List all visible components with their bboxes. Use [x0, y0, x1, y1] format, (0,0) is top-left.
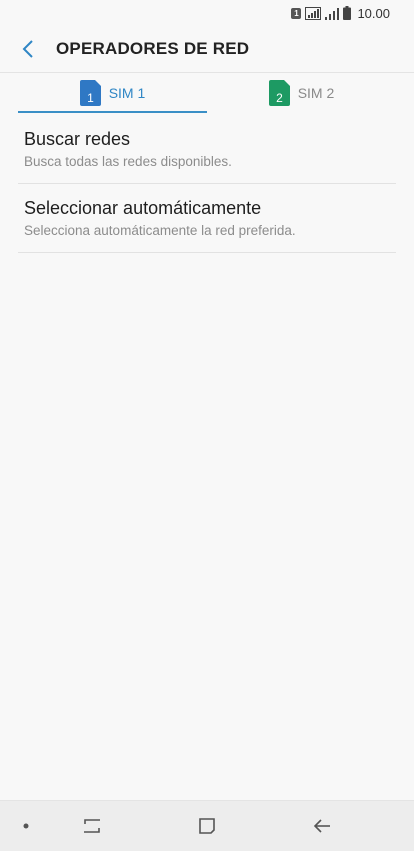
sim-indicator-icon: 1 [291, 7, 302, 19]
nav-dot-button[interactable] [14, 801, 38, 851]
tab-sim-1[interactable]: 1 SIM 1 [18, 73, 207, 113]
nav-back-button[interactable] [306, 801, 338, 851]
status-bar: 1 10.00 [0, 0, 414, 26]
sim-number: 1 [87, 91, 94, 105]
item-title: Buscar redes [24, 129, 131, 149]
sim-card-icon: 1 [79, 80, 101, 106]
item-title: Seleccionar automáticamente [24, 198, 262, 218]
dot-icon [23, 823, 29, 829]
recents-button[interactable] [76, 801, 108, 851]
screen: 1 10.00 OPERADORES DE RED 1 SIM 1 2 SIM … [0, 0, 414, 851]
tab-sim-2[interactable]: 2 SIM 2 [207, 73, 396, 113]
signal-icon [305, 6, 322, 20]
list-item-select-automatically[interactable]: Seleccionar automáticamente Selecciona a… [18, 184, 396, 253]
network-options-list: Buscar redes Busca todas las redes dispo… [18, 115, 396, 253]
home-button[interactable] [191, 801, 223, 851]
sim-number: 2 [276, 91, 283, 105]
navigation-bar [0, 800, 414, 851]
item-subtitle: Busca todas las redes disponibles. [24, 154, 232, 169]
sim-tabs: 1 SIM 1 2 SIM 2 [18, 73, 396, 113]
signal-icon [325, 7, 340, 20]
list-item-search-networks[interactable]: Buscar redes Busca todas las redes dispo… [18, 115, 396, 184]
item-subtitle: Selecciona automáticamente la red prefer… [24, 223, 296, 238]
app-header: OPERADORES DE RED [0, 26, 414, 72]
battery-icon [343, 6, 352, 20]
tab-label: SIM 1 [108, 85, 146, 101]
page-title: OPERADORES DE RED [56, 39, 250, 58]
home-icon [199, 818, 215, 834]
chevron-left-icon [22, 40, 33, 58]
status-time: 10.00 [357, 5, 390, 21]
back-button[interactable] [18, 37, 38, 61]
active-tab-indicator [18, 111, 207, 113]
back-arrow-icon [313, 819, 330, 833]
tab-label: SIM 2 [297, 85, 335, 101]
recents-icon [84, 819, 100, 833]
sim-card-icon: 2 [268, 80, 290, 106]
